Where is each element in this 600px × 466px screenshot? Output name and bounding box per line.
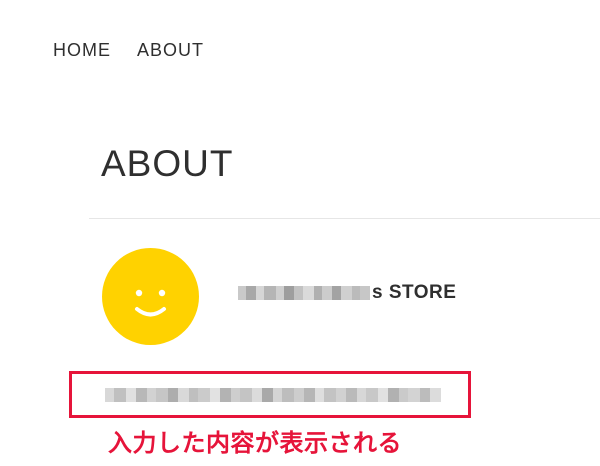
- store-name-suffix: s STORE: [372, 282, 457, 303]
- top-nav: HOME ABOUT: [53, 38, 204, 62]
- page-title: ABOUT: [101, 143, 234, 184]
- smiley-face-icon: [135, 289, 166, 317]
- nav-about-link[interactable]: ABOUT: [137, 38, 204, 62]
- store-description-mosaic: [105, 388, 441, 402]
- avatar: [102, 248, 199, 345]
- annotation-caption: 入力した内容が表示される: [108, 429, 402, 457]
- store-description-highlight: [69, 371, 471, 418]
- store-name-mosaic: [238, 286, 370, 300]
- nav-home-link[interactable]: HOME: [53, 38, 111, 62]
- store-name: s STORE: [238, 282, 456, 304]
- title-divider: [89, 218, 600, 219]
